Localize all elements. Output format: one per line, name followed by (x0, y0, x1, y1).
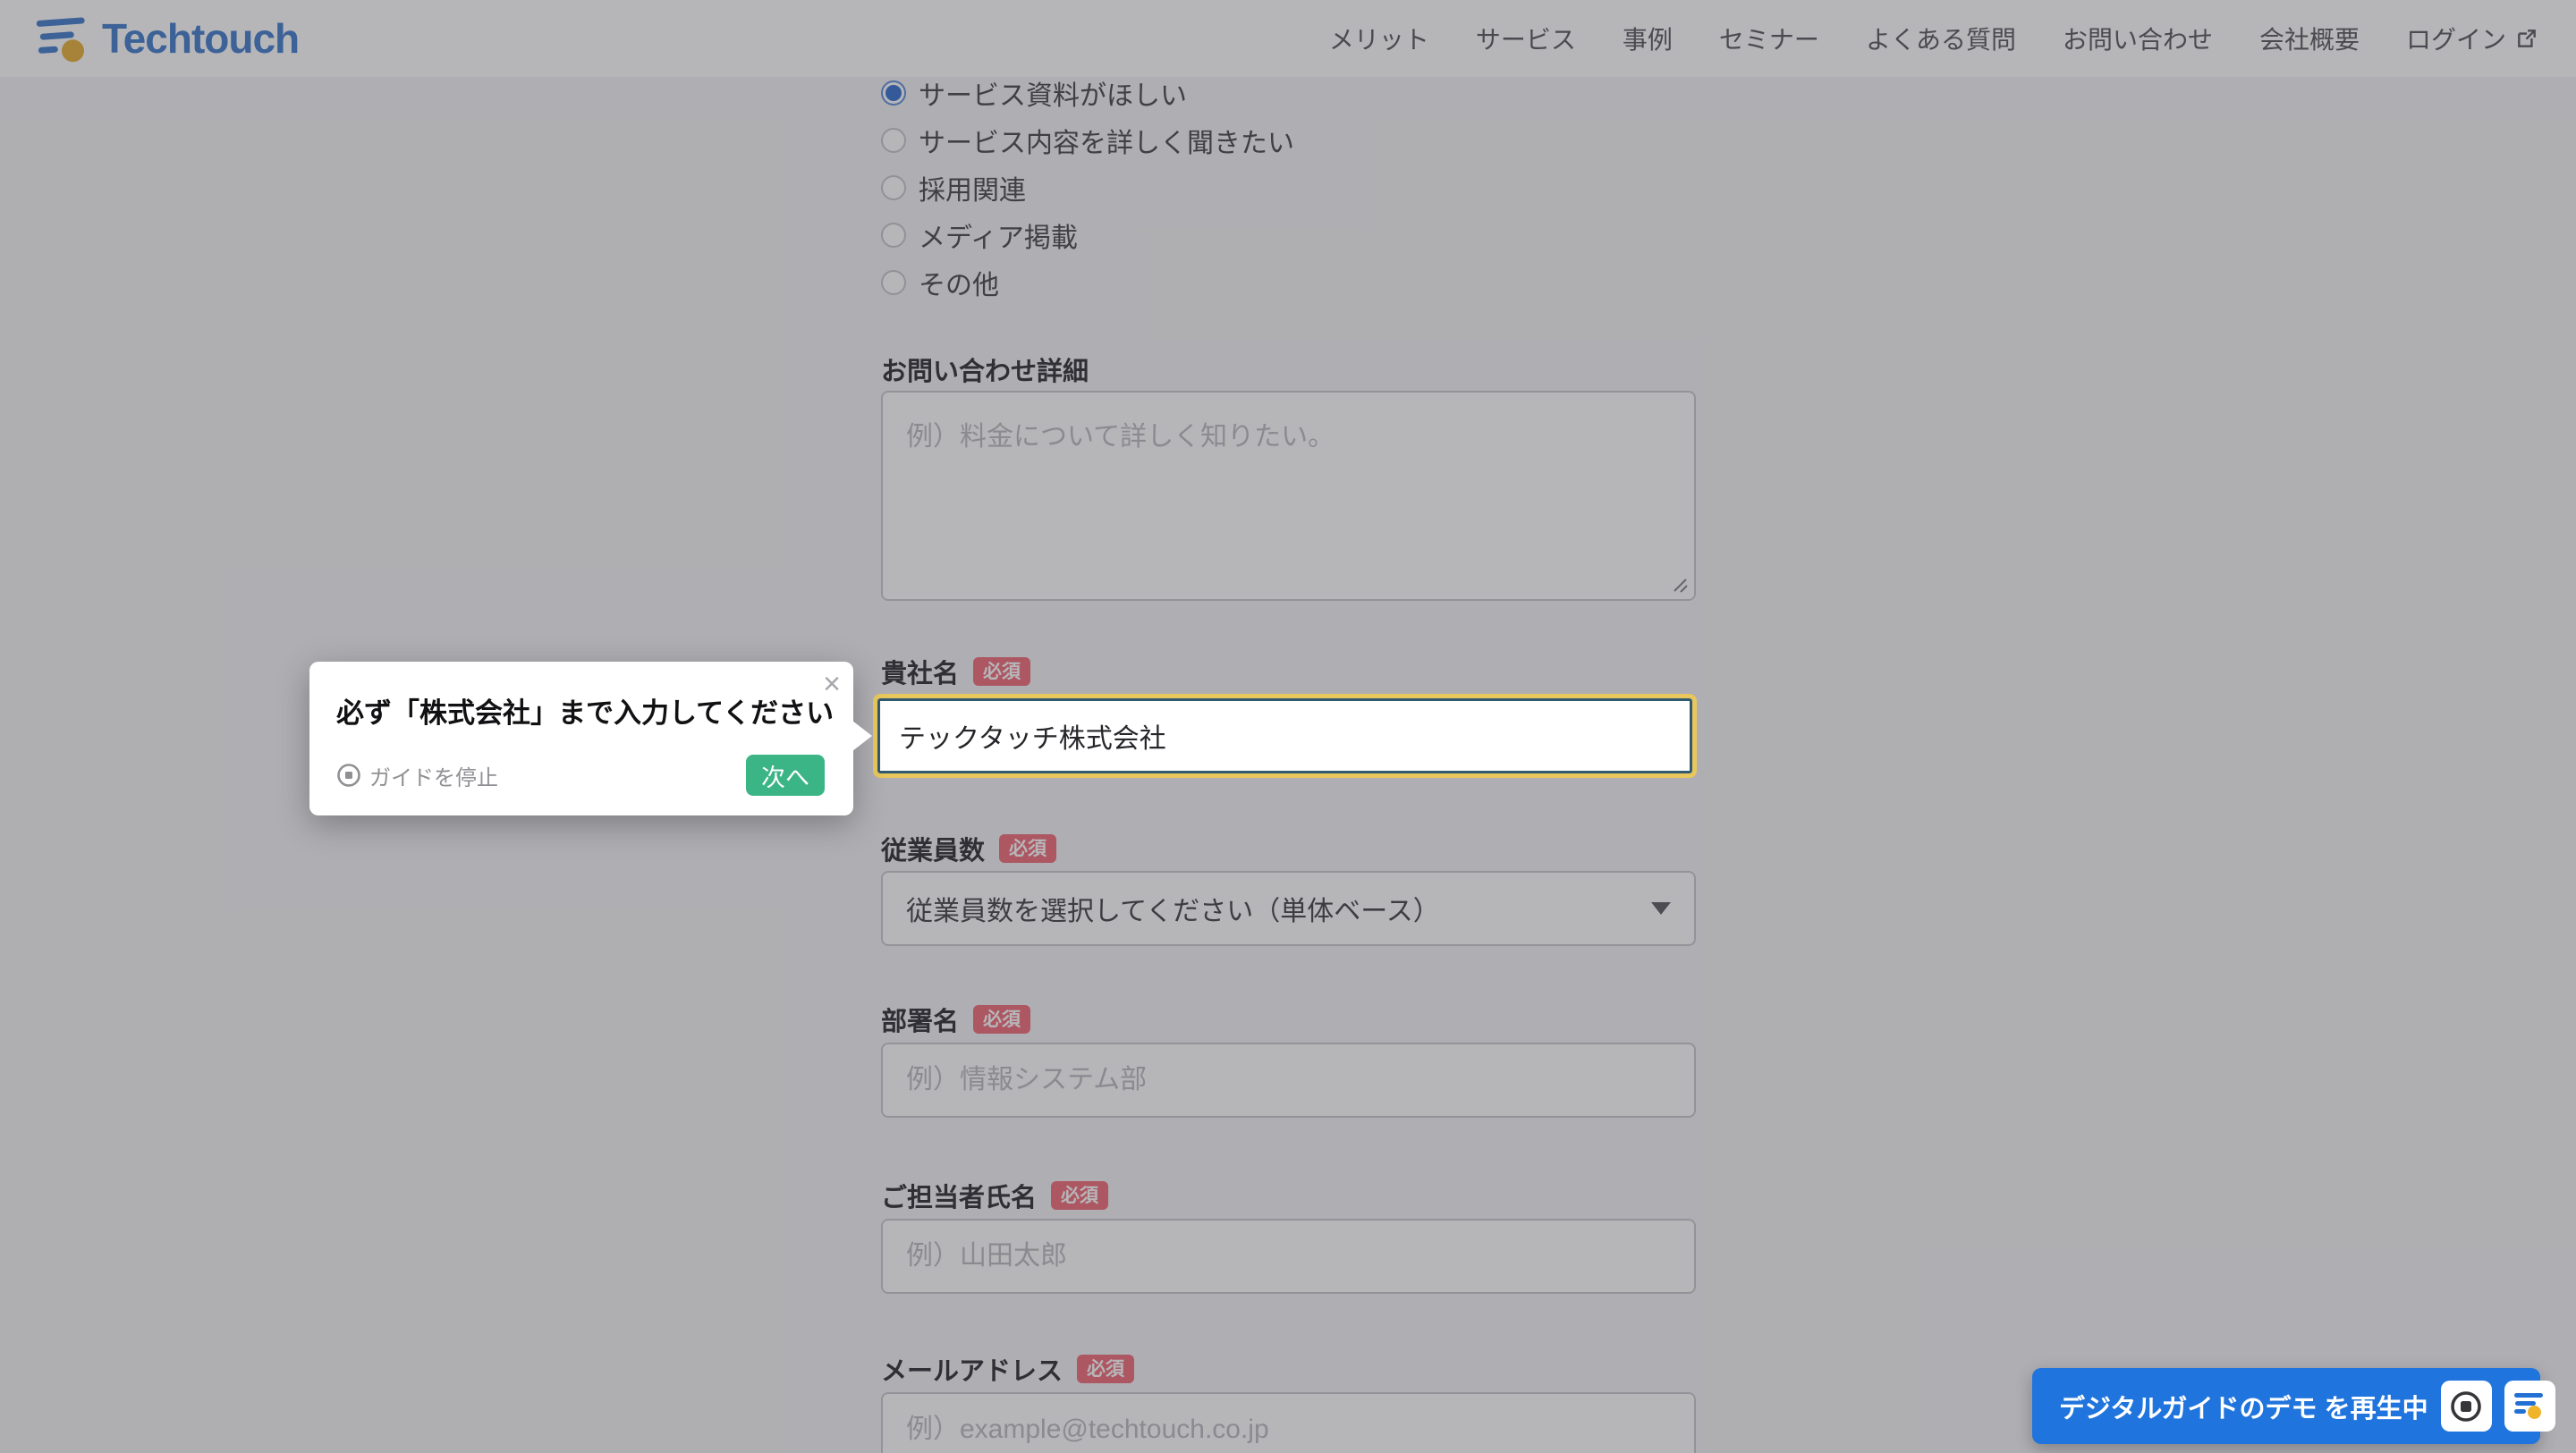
demo-status-text: デジタルガイドのデモ を再生中 (2059, 1394, 2428, 1423)
tooltip-title: 必ず「株式会社」まで入力してください (336, 697, 835, 729)
demo-status-widget: デジタルガイドのデモ を再生中 (2032, 1368, 2555, 1444)
stop-demo-button[interactable] (2440, 1381, 2492, 1432)
tooltip-arrow (852, 721, 872, 751)
guide-tooltip: × 必ず「株式会社」まで入力してください ガイドを停止 次へ (309, 662, 872, 815)
next-button[interactable]: 次へ (746, 755, 825, 796)
page: Techtouch メリット サービス 事例 セミナー よくある質問 お問い合わ… (0, 0, 2576, 1453)
stop-icon (337, 764, 360, 787)
stop-guide-button[interactable]: ガイドを停止 (336, 760, 498, 791)
company-name-input[interactable] (873, 694, 1697, 778)
stop-icon (2451, 1390, 2481, 1422)
company-input-highlight (873, 694, 1697, 778)
techtouch-widget-button[interactable] (2504, 1381, 2555, 1432)
techtouch-logo-icon (2514, 1392, 2545, 1421)
